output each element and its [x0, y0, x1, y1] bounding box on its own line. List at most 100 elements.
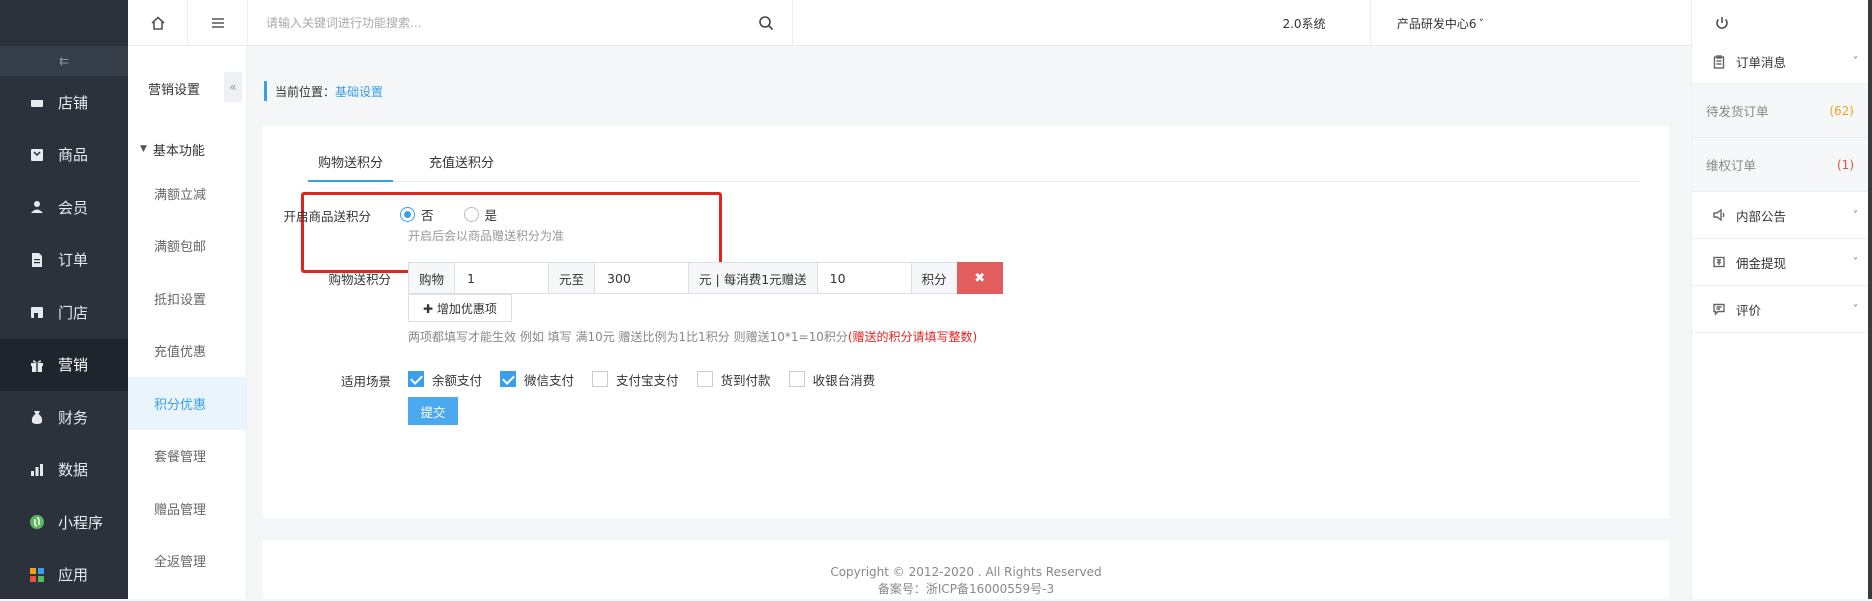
internal-notice-header[interactable]: 内部公告 ˅: [1692, 192, 1872, 239]
enable-hint: 开启后会以商品赠送积分为准: [408, 227, 564, 244]
radio-no-circle[interactable]: [400, 207, 415, 222]
radio-no[interactable]: 否: [400, 205, 434, 224]
tab-shopping-points[interactable]: 购物送积分: [308, 150, 393, 182]
subnav-item[interactable]: 抵扣设置: [128, 272, 246, 325]
sidebar-item-gift[interactable]: 营销: [0, 339, 128, 392]
sidebar-item-store[interactable]: 店铺: [0, 76, 128, 129]
scene-checkbox[interactable]: 余额支付: [408, 370, 482, 389]
chevron-down-icon: ˅: [1853, 56, 1858, 67]
add-rule-button[interactable]: ✚ 增加优惠项: [408, 294, 512, 322]
speaker-icon: [1712, 208, 1726, 222]
checkbox-box[interactable]: [697, 371, 713, 387]
checkbox-box[interactable]: [500, 371, 516, 387]
commission-withdraw-header[interactable]: 佣金提现 ˅: [1692, 239, 1872, 286]
chevron-down-icon: ˅: [1479, 17, 1485, 30]
subnav-item[interactable]: 积分优惠: [128, 377, 246, 430]
scene-checkbox[interactable]: 微信支付: [500, 370, 574, 389]
version-switch[interactable]: 2.0系统: [1238, 0, 1370, 46]
scene-checkbox[interactable]: 货到付款: [697, 370, 771, 389]
rights-order-count: (1): [1837, 158, 1854, 172]
settings-card: 购物送积分 充值送积分 开启商品送积分 否 是 开启后会以商品赠送积分为准 购物…: [263, 126, 1669, 518]
sidebar-item-user[interactable]: 会员: [0, 181, 128, 234]
points-value-input[interactable]: [817, 262, 912, 294]
subnav-collapse-button[interactable]: «: [224, 72, 242, 102]
comment-icon: [1712, 302, 1726, 316]
home-icon: [150, 15, 166, 31]
subnav-item[interactable]: 满额包邮: [128, 220, 246, 273]
enable-radio-group: 否 是: [400, 205, 527, 224]
user-icon: [28, 198, 46, 216]
tab-recharge-points[interactable]: 充值送积分: [419, 150, 504, 182]
pending-ship-orders[interactable]: 待发货订单 (62): [1692, 84, 1872, 138]
sidebar-item-label: 营销: [58, 354, 88, 375]
search-input[interactable]: [266, 16, 746, 30]
apps-icon: [28, 566, 46, 584]
sidebar-item-mini-program[interactable]: 小程序: [0, 496, 128, 549]
subnav-group-basic[interactable]: ▼ 基本功能: [128, 131, 246, 167]
order-message-header[interactable]: 订单消息 ˅: [1692, 40, 1872, 84]
sidebar-item-apps[interactable]: 应用: [0, 549, 128, 601]
subnav-item[interactable]: 赠品管理: [128, 482, 246, 535]
sidebar-item-label: 应用: [58, 564, 88, 585]
caret-down-icon: ▼: [140, 144, 147, 154]
sidebar-item-label: 门店: [58, 302, 88, 323]
right-panel: 订单消息 ˅ 待发货订单 (62) 维权订单 (1) 内部公告 ˅ 佣金提现 ˅…: [1691, 40, 1872, 599]
sidebar-item-label: 会员: [58, 197, 88, 218]
checkbox-box[interactable]: [789, 371, 805, 387]
money-bag-icon: [28, 408, 46, 426]
pending-ship-count: (62): [1829, 104, 1854, 118]
bar-chart-icon: [28, 461, 46, 479]
submit-button[interactable]: 提交: [408, 397, 458, 425]
power-icon: [1714, 15, 1730, 31]
subnav-item[interactable]: 全返管理: [128, 535, 246, 588]
delete-rule-button[interactable]: ✖: [957, 262, 1003, 294]
subnav-item[interactable]: 套餐管理: [128, 430, 246, 483]
org-dropdown[interactable]: 产品研发中心6 ˅: [1370, 0, 1510, 46]
review-header[interactable]: 评价 ˅: [1692, 286, 1872, 333]
store-icon: [28, 93, 46, 111]
checkbox-box[interactable]: [592, 371, 608, 387]
tabs: 购物送积分 充值送积分: [308, 150, 1639, 182]
sidebar-item-label: 小程序: [58, 512, 103, 533]
sidebar-item-money-bag[interactable]: 财务: [0, 391, 128, 444]
search-icon[interactable]: [758, 15, 774, 31]
collapse-list-icon: ⇇: [59, 54, 69, 68]
home-button[interactable]: [128, 0, 188, 46]
chevron-down-icon: ˅: [1853, 210, 1858, 221]
footer: Copyright © 2012-2020 . All Rights Reser…: [263, 540, 1669, 599]
breadcrumb-current-link[interactable]: 基础设置: [335, 83, 383, 100]
sidebar-item-label: 店铺: [58, 92, 88, 113]
subnav-item[interactable]: 充值优惠: [128, 325, 246, 378]
menu-toggle-button[interactable]: [188, 0, 248, 46]
radio-yes-circle[interactable]: [464, 207, 479, 222]
scene-checkbox[interactable]: 支付宝支付: [592, 370, 679, 389]
scene-checkbox-group: 余额支付微信支付支付宝支付货到付款收银台消费: [408, 369, 893, 389]
rights-orders[interactable]: 维权订单 (1): [1692, 138, 1872, 192]
amount-to-input[interactable]: [594, 262, 689, 294]
main-content: 当前位置： 基础设置 购物送积分 充值送积分 开启商品送积分 否 是 开启后会以…: [248, 46, 1691, 599]
points-unit: 积分: [911, 262, 958, 294]
sub-sidebar: 营销设置 « ▼ 基本功能 满额立减满额包邮抵扣设置充值优惠积分优惠套餐管理赠品…: [128, 46, 247, 599]
radio-yes[interactable]: 是: [464, 205, 498, 224]
gift-icon: [28, 356, 46, 374]
breadcrumb: 当前位置： 基础设置: [264, 81, 383, 101]
sidebar-collapse-button[interactable]: ⇇: [0, 46, 128, 76]
sidebar-item-shop[interactable]: 门店: [0, 286, 128, 339]
sidebar-item-order[interactable]: 订单: [0, 234, 128, 287]
sidebar-item-label: 订单: [58, 249, 88, 270]
shop-prefix: 购物: [408, 262, 455, 294]
shopping-points-label: 购物送积分: [281, 269, 391, 288]
scene-checkbox[interactable]: 收银台消费: [789, 370, 876, 389]
rule-note-warning: (赠送的积分请填写整数): [848, 330, 977, 344]
sidebar-item-goods[interactable]: 商品: [0, 129, 128, 182]
subnav-title: 营销设置 «: [128, 46, 246, 131]
chevron-down-icon: ˅: [1853, 304, 1858, 315]
checkbox-box[interactable]: [408, 371, 424, 387]
amount-from-input[interactable]: [454, 262, 549, 294]
subnav-item[interactable]: 满额立减: [128, 167, 246, 220]
window-edge-scrollbar[interactable]: [1868, 0, 1872, 599]
wallet-icon: [1712, 255, 1726, 269]
sidebar-item-bar-chart[interactable]: 数据: [0, 444, 128, 497]
rule-note: 两项都填写才能生效 例如 填写 满10元 赠送比例为1比1积分 则赠送10*1=…: [408, 328, 977, 345]
enable-goods-points-label: 开启商品送积分: [261, 206, 371, 225]
